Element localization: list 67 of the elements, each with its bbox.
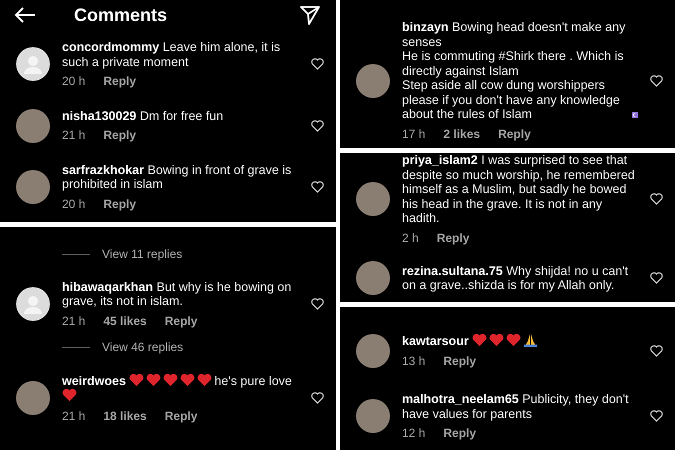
comment-time: 2 h — [402, 230, 419, 245]
like-heart-icon[interactable] — [650, 410, 663, 422]
like-heart-icon[interactable] — [311, 58, 324, 70]
heart-icon — [62, 388, 77, 402]
like-heart-icon[interactable] — [311, 180, 324, 193]
likes-count[interactable]: 2 likes — [443, 126, 480, 141]
page-title: Comments — [74, 8, 168, 22]
username[interactable]: kawtarsour — [402, 334, 469, 348]
comment-time: 21 h — [62, 128, 86, 142]
comment-time: 20 h — [62, 74, 86, 88]
avatar-photo-placeholder — [356, 261, 390, 295]
username[interactable]: weirdwoes — [62, 374, 126, 388]
heart-icon — [146, 372, 162, 386]
heart-icon — [506, 333, 522, 347]
reply-link[interactable]: Reply — [443, 426, 476, 440]
comment-text: concordmommy Leave him alone, it is such a private moment — [62, 40, 280, 68]
heart-icon — [163, 372, 178, 386]
reply-link[interactable]: Reply — [164, 408, 198, 423]
avatar-photo-placeholder — [356, 399, 390, 434]
heart-icon — [472, 333, 488, 347]
avatar-icon — [16, 286, 50, 321]
comment-time: 21 h — [62, 314, 86, 328]
heart-icon — [180, 372, 196, 386]
comment-time: 13 h — [402, 354, 426, 368]
back-arrow-icon[interactable] — [14, 7, 36, 23]
reply-link[interactable]: Reply — [103, 196, 136, 211]
reply-link[interactable]: Reply — [103, 74, 136, 88]
avatar-photo-placeholder — [16, 170, 50, 204]
view-replies-link[interactable]: View 46 replies — [102, 340, 184, 354]
comment-time: 20 h — [62, 196, 86, 211]
avatar-photo-placeholder — [356, 182, 390, 216]
comment-text: sarfrazkhokar Bowing in front of grave is prohibited in islam — [62, 162, 292, 191]
comment-text: hibawaqarkhan But why is he bowing on grave, its not in islam. — [62, 280, 292, 308]
avatar-icon — [16, 47, 50, 82]
like-heart-icon[interactable] — [650, 74, 663, 86]
avatar-photo-placeholder — [356, 334, 390, 368]
heart-icon — [489, 333, 504, 347]
avatar-photo-placeholder — [356, 64, 390, 98]
comment-text: priya_islam2 I was surprised to see that despite so much worship, he remembered himself as a Muslim, but sadly he bowed his head in the grave. It is not in any hadith. — [402, 153, 635, 225]
heart-icon — [197, 372, 212, 386]
avatar-photo-placeholder — [16, 108, 50, 142]
like-heart-icon[interactable] — [650, 344, 663, 356]
comment-time: 21 h — [62, 408, 86, 423]
like-heart-icon[interactable] — [311, 120, 324, 132]
like-heart-icon[interactable] — [311, 298, 324, 310]
reply-link[interactable]: Reply — [436, 230, 470, 245]
view-replies-link[interactable]: View 11 replies — [102, 247, 182, 262]
comment-text: rezina.sultana.75 Why shijda! no u can't on a grave..shizda is for my Allah only. — [402, 264, 628, 292]
comment-text: nisha130029 Dm for free fun — [62, 108, 224, 122]
likes-count[interactable]: 45 likes — [103, 314, 147, 328]
comment-text: malhotra_neelam65 Publicity, they don't have values for parents — [402, 392, 629, 420]
comment-time: 17 h — [402, 126, 426, 141]
comment-time: 12 h — [402, 426, 426, 440]
comment-text: he's pure love — [214, 374, 292, 388]
heart-icon — [129, 372, 144, 386]
reply-link[interactable]: Reply — [498, 126, 531, 141]
comment-text: binzayn Bowing head doesn't make any senses He is commuting #Shirk there . Which is directly against Islam Step aside all cow dung worshippers please if you don't have any knowledge about the rules of Islam — [402, 20, 626, 122]
like-heart-icon[interactable] — [311, 392, 324, 404]
reply-link[interactable]: Reply — [443, 354, 476, 368]
praying-hands-icon — [523, 333, 538, 347]
like-heart-icon[interactable] — [650, 193, 663, 205]
avatar-photo-placeholder — [16, 380, 50, 415]
reply-link[interactable]: Reply — [164, 314, 198, 328]
like-heart-icon[interactable] — [650, 272, 663, 284]
send-icon[interactable] — [300, 5, 320, 25]
reply-link[interactable]: Reply — [103, 128, 136, 142]
likes-count[interactable]: 18 likes — [103, 408, 147, 423]
